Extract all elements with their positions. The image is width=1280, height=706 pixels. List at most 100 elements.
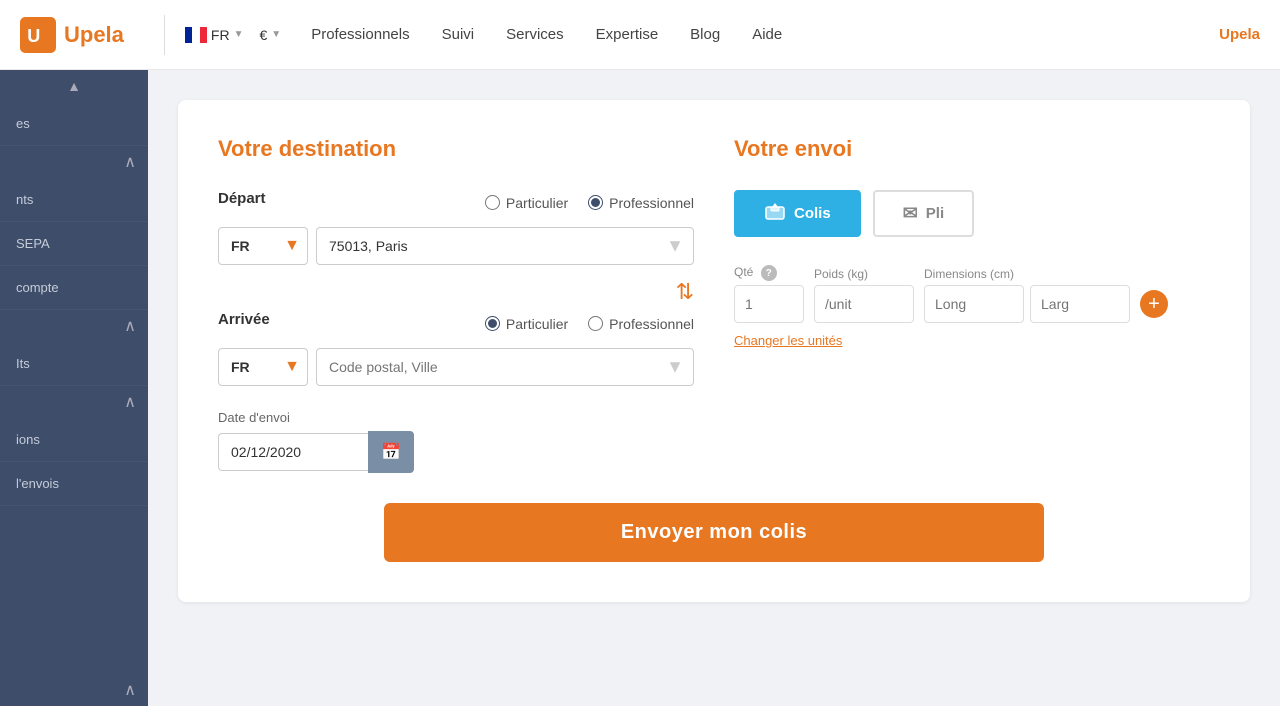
currency-chevron-icon: ▼ <box>271 29 281 40</box>
destination-title: Votre destination <box>218 136 694 162</box>
arrivee-country-select[interactable]: FR DE ES IT GB <box>218 348 308 386</box>
lang-chevron-icon: ▼ <box>234 29 244 40</box>
main-content: Votre destination Départ Particulier <box>148 70 1280 706</box>
dimensions-label: Dimensions (cm) <box>924 267 1168 281</box>
depart-particulier-radio[interactable] <box>485 195 500 210</box>
long-input[interactable] <box>924 285 1024 323</box>
sidebar-section-collapse-its[interactable]: ∧ <box>0 310 148 342</box>
depart-country-select[interactable]: FR DE ES IT GB <box>218 227 308 265</box>
chevron-up-icon: ∧ <box>124 152 136 172</box>
depart-particulier-label[interactable]: Particulier <box>485 195 568 211</box>
arrivee-country-wrap: FR DE ES IT GB ▼ <box>218 348 308 386</box>
swap-arrows-icon: ⇅ <box>676 279 694 304</box>
sidebar-item-its[interactable]: Its <box>0 342 148 386</box>
colis-icon <box>764 202 786 225</box>
user-label[interactable]: Upela <box>1219 26 1260 43</box>
qty-input[interactable] <box>734 285 804 323</box>
arrivee-radio-group: Particulier Professionnel <box>485 316 694 332</box>
destination-section: Votre destination Départ Particulier <box>218 136 694 473</box>
nav-suivi[interactable]: Suivi <box>442 26 475 43</box>
svg-text:U: U <box>27 26 40 46</box>
header: U Upela FR ▼ € ▼ Professionnels Suivi Se… <box>0 0 1280 70</box>
dimensions-row: Qté ? Poids (kg) Dimensions (cm) <box>734 265 1210 323</box>
arrivee-input-row: FR DE ES IT GB ▼ ▼ <box>218 348 694 386</box>
header-divider <box>164 15 165 55</box>
poids-input[interactable] <box>814 285 914 323</box>
sidebar-section-collapse-nts[interactable]: ∧ <box>0 146 148 178</box>
date-group: Date d'envoi 📅 <box>218 410 694 473</box>
logo[interactable]: U Upela <box>20 17 124 53</box>
nav-professionnels[interactable]: Professionnels <box>311 26 409 43</box>
nav-services[interactable]: Services <box>506 26 564 43</box>
chevron-up-icon-4: ∧ <box>124 680 136 700</box>
nav-expertise[interactable]: Expertise <box>596 26 659 43</box>
poids-field: Poids (kg) <box>814 267 914 323</box>
calendar-button[interactable]: 📅 <box>368 431 414 473</box>
pli-icon: ✉ <box>903 203 918 224</box>
arrivee-particulier-radio[interactable] <box>485 316 500 331</box>
depart-country-wrap: FR DE ES IT GB ▼ <box>218 227 308 265</box>
date-input[interactable] <box>218 433 368 471</box>
arrivee-city-input[interactable] <box>316 348 694 386</box>
submit-button[interactable]: Envoyer mon colis <box>384 503 1044 562</box>
larg-input[interactable] <box>1030 285 1130 323</box>
qty-help-icon[interactable]: ? <box>761 265 777 281</box>
dimensions-field: Dimensions (cm) + <box>924 267 1168 323</box>
depart-professionnel-label[interactable]: Professionnel <box>588 195 694 211</box>
sidebar-item-sepa[interactable]: SEPA <box>0 222 148 266</box>
tab-pli[interactable]: ✉ Pli <box>873 190 974 237</box>
logo-text: Upela <box>64 22 124 48</box>
sidebar-item-ions[interactable]: ions <box>0 418 148 462</box>
envoi-title: Votre envoi <box>734 136 1210 162</box>
depart-radio-group: Particulier Professionnel <box>485 195 694 211</box>
poids-label: Poids (kg) <box>814 267 914 281</box>
qty-field: Qté ? <box>734 265 804 323</box>
logo-icon: U <box>20 17 56 53</box>
add-dimension-button[interactable]: + <box>1140 290 1168 318</box>
calendar-icon: 📅 <box>381 442 401 462</box>
depart-city-input[interactable] <box>316 227 694 265</box>
submit-row: Envoyer mon colis <box>218 503 1210 562</box>
sidebar-bottom-collapse[interactable]: ∧ <box>0 674 148 706</box>
form-grid: Votre destination Départ Particulier <box>218 136 1210 473</box>
tab-pli-label: Pli <box>926 205 944 222</box>
arrivee-header: Arrivée Particulier Professionnel <box>218 311 694 338</box>
arrivee-particulier-label[interactable]: Particulier <box>485 316 568 332</box>
language-selector[interactable]: FR ▼ <box>185 27 244 43</box>
date-label: Date d'envoi <box>218 410 694 425</box>
chevron-up-icon-2: ∧ <box>124 316 136 336</box>
depart-input-row: FR DE ES IT GB ▼ ▼ <box>218 227 694 265</box>
form-card: Votre destination Départ Particulier <box>178 100 1250 602</box>
sidebar-item-es[interactable]: es <box>0 102 148 146</box>
depart-label: Départ <box>218 190 266 207</box>
arrivee-professionnel-radio[interactable] <box>588 316 603 331</box>
main-nav: Professionnels Suivi Services Expertise … <box>311 26 1219 43</box>
tab-colis-label: Colis <box>794 205 831 222</box>
plus-icon: + <box>1148 293 1160 316</box>
depart-header: Départ Particulier Professionnel <box>218 190 694 217</box>
changer-unites-link[interactable]: Changer les unités <box>734 333 842 348</box>
nav-aide[interactable]: Aide <box>752 26 782 43</box>
arrivee-label: Arrivée <box>218 311 270 328</box>
arrivee-group: Arrivée Particulier Professionnel <box>218 311 694 386</box>
currency-selector[interactable]: € ▼ <box>260 27 282 43</box>
sidebar-item-envois[interactable]: l'envois <box>0 462 148 506</box>
sidebar-item-compte[interactable]: compte <box>0 266 148 310</box>
sidebar: ▲ es ∧ nts SEPA compte ∧ Its ∧ ions l'en… <box>0 70 148 706</box>
sidebar-item-nts[interactable]: nts <box>0 178 148 222</box>
arrivee-professionnel-label[interactable]: Professionnel <box>588 316 694 332</box>
lang-currency-group: FR ▼ € ▼ <box>185 27 281 43</box>
sidebar-scroll-up[interactable]: ▲ <box>0 70 148 102</box>
chevron-up-icon-3: ∧ <box>124 392 136 412</box>
fr-flag-icon <box>185 27 207 43</box>
swap-icon-row[interactable]: ⇅ <box>218 279 694 305</box>
envoi-section: Votre envoi Colis <box>734 136 1210 473</box>
sidebar-section-collapse-ions[interactable]: ∧ <box>0 386 148 418</box>
date-input-wrap: 📅 <box>218 431 418 473</box>
qty-label: Qté ? <box>734 265 804 281</box>
arrivee-city-wrap: ▼ <box>316 348 694 386</box>
nav-blog[interactable]: Blog <box>690 26 720 43</box>
depart-city-wrap: ▼ <box>316 227 694 265</box>
depart-professionnel-radio[interactable] <box>588 195 603 210</box>
tab-colis[interactable]: Colis <box>734 190 861 237</box>
